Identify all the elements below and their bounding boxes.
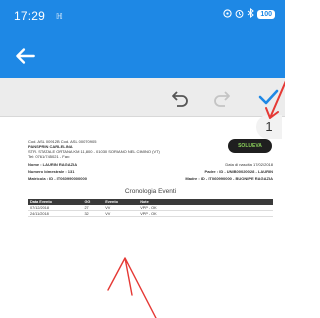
document-page: Cod. ASL 00912B Cod. ASL 00070905 PANSPR… bbox=[28, 135, 273, 275]
back-arrow-icon[interactable] bbox=[12, 43, 38, 69]
redo-icon bbox=[214, 91, 230, 107]
edit-toolbar bbox=[0, 78, 285, 117]
events-table: Data Evento GG Evento Note 07/12/2018 27… bbox=[28, 199, 273, 218]
number-line: Numero bimestrale : 131 bbox=[28, 169, 75, 174]
undo-icon bbox=[172, 91, 188, 107]
company-logo: SOLUEVA bbox=[228, 139, 272, 153]
mother-line: Madre : ID - IT060990000 - BUONIPE RAGAZ… bbox=[185, 176, 273, 181]
status-bar: 17:29 ℍ 100 bbox=[0, 0, 285, 34]
logo-text: SOLUEVA bbox=[238, 143, 262, 149]
status-indicator: ℍ bbox=[56, 12, 63, 21]
table-cell: 32 bbox=[82, 210, 104, 218]
report-title: Cronologia Eventi bbox=[124, 188, 177, 195]
app-bar bbox=[0, 34, 285, 78]
redo-button[interactable] bbox=[210, 85, 234, 109]
matricola-line: Matricola : ID - IT060990000000 bbox=[28, 176, 87, 181]
bluetooth-icon bbox=[247, 7, 255, 21]
status-time: 17:29 bbox=[14, 9, 46, 23]
table-cell: 24/11/2018 bbox=[28, 210, 83, 218]
undo-button[interactable] bbox=[168, 85, 192, 109]
status-icons: 100 bbox=[223, 7, 275, 21]
header-line: Tel: 0761/745021 - Fax: bbox=[28, 154, 71, 159]
location-icon bbox=[223, 8, 232, 21]
birth-date-line: Data di nascita 17/02/2018 bbox=[225, 162, 273, 167]
confirm-button[interactable] bbox=[256, 85, 280, 109]
table-row: 24/11/2018 32 VV VPP - OK bbox=[28, 210, 273, 218]
battery-indicator: 100 bbox=[257, 10, 275, 19]
alarm-icon bbox=[235, 9, 244, 21]
check-icon bbox=[258, 89, 279, 105]
table-cell: VPP - OK bbox=[138, 210, 273, 218]
table-cell: VV bbox=[103, 210, 139, 218]
name-line: Nome : LAURIN RAGAZIA bbox=[28, 162, 78, 167]
father-line: Padre : ID - UNIB00020028 - LAURIN bbox=[204, 169, 273, 174]
